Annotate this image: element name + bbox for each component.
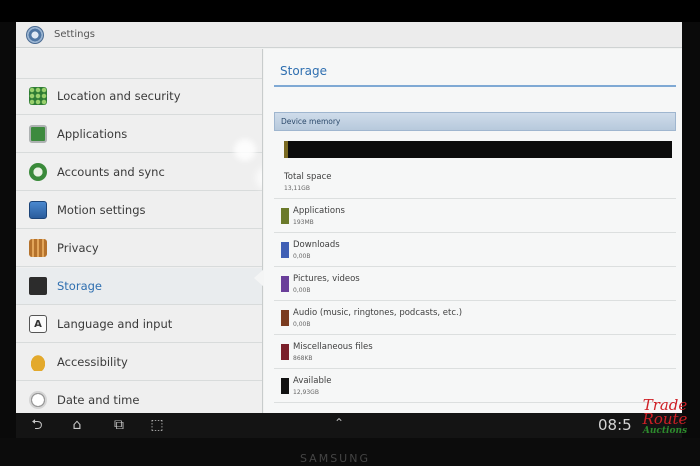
color-swatch — [281, 276, 289, 292]
row-name: Applications — [293, 206, 345, 216]
row-downloads[interactable]: Downloads 0,00B — [274, 233, 676, 267]
row-name: Pictures, videos — [293, 274, 360, 284]
row-pictures-videos[interactable]: Pictures, videos 0,00B — [274, 267, 676, 301]
settings-gear-icon[interactable] — [26, 25, 44, 44]
recent-apps-icon[interactable]: ⧉ — [108, 417, 130, 433]
row-name: Audio (music, ringtones, podcasts, etc.) — [293, 308, 463, 318]
row-name: Downloads — [293, 240, 340, 250]
screenshot-icon[interactable]: ⬚ — [146, 417, 168, 433]
device-brand-logo: SAMSUNG — [300, 452, 370, 465]
color-swatch — [281, 378, 289, 394]
home-icon[interactable]: ⌂ — [66, 417, 88, 433]
watermark-line: Route — [642, 410, 688, 429]
storage-pane: Storage Device memory Total space 13,11G… — [264, 49, 682, 413]
row-miscellaneous-files[interactable]: Miscellaneous files 868KB — [274, 335, 676, 369]
system-navigation-bar: ⮌ ⌂ ⧉ ⬚ ⌃ 08:5 — [16, 413, 682, 438]
menu-item-language-and-input[interactable]: A Language and input — [16, 306, 262, 343]
row-name: Miscellaneous files — [293, 342, 373, 352]
menu-item-label: Applications — [57, 127, 128, 141]
keyboard-a-icon: A — [29, 315, 47, 333]
menu-item-storage[interactable]: Storage — [16, 268, 262, 305]
selection-pointer — [254, 269, 264, 287]
row-value: 868KB — [293, 355, 313, 362]
privacy-fence-icon — [29, 239, 47, 257]
watermark-logo: Trade Route Auctions — [636, 397, 694, 458]
settings-menu: Location and security Applications Accou… — [16, 49, 263, 413]
menu-item-accessibility[interactable]: Accessibility — [16, 344, 262, 381]
menu-item-date-and-time[interactable]: Date and time — [16, 382, 262, 413]
color-swatch — [281, 208, 289, 224]
screen-glare — [234, 139, 256, 161]
app-title: Settings — [54, 29, 96, 40]
section-header-device-memory: Device memory — [274, 112, 676, 131]
motion-icon — [29, 201, 47, 219]
row-total-space: Total space 13,11GB — [274, 165, 676, 199]
row-value: 193MB — [293, 219, 314, 226]
row-applications[interactable]: Applications 193MB — [274, 199, 676, 233]
storage-usage-bar — [284, 141, 672, 158]
menu-item-label: Motion settings — [57, 203, 146, 217]
menu-item-label: Accounts and sync — [57, 165, 165, 179]
row-name: Available — [293, 376, 332, 386]
menu-item-accounts-and-sync[interactable]: Accounts and sync — [16, 154, 262, 191]
color-swatch — [281, 242, 289, 258]
tablet-screen: Settings Location and security Applicati… — [16, 22, 682, 438]
status-clock: 08:5 — [598, 416, 632, 434]
row-value: 0,00B — [293, 287, 311, 294]
section-header-label: Device memory — [281, 117, 341, 126]
title-bar: Settings — [16, 22, 682, 48]
menu-item-motion-settings[interactable]: Motion settings — [16, 192, 262, 229]
menu-item-label: Privacy — [57, 241, 99, 255]
menu-item-location-and-security[interactable]: Location and security — [16, 78, 262, 115]
row-audio[interactable]: Audio (music, ringtones, podcasts, etc.)… — [274, 301, 676, 335]
menu-item-label: Date and time — [57, 393, 140, 407]
row-value: 13,11GB — [284, 185, 310, 192]
chevron-up-icon[interactable]: ⌃ — [334, 416, 344, 430]
sd-card-icon — [29, 277, 47, 295]
menu-item-label: Storage — [57, 279, 102, 293]
title-divider — [274, 85, 676, 87]
menu-item-privacy[interactable]: Privacy — [16, 230, 262, 267]
row-value: 0,00B — [293, 321, 311, 328]
sync-icon — [29, 163, 47, 181]
menu-item-label: Accessibility — [57, 355, 128, 369]
menu-item-label: Language and input — [57, 317, 173, 331]
location-grid-icon — [29, 87, 47, 105]
menu-item-wireless-partial[interactable] — [16, 49, 262, 79]
watermark-line: Auctions — [642, 425, 688, 436]
back-icon[interactable]: ⮌ — [26, 417, 48, 433]
menu-item-label: Location and security — [57, 89, 181, 103]
color-swatch — [281, 310, 289, 326]
row-value: 0,00B — [293, 253, 311, 260]
menu-item-applications[interactable]: Applications — [16, 116, 262, 153]
row-value: 12,93GB — [293, 389, 319, 396]
row-name: Total space — [284, 172, 332, 182]
pane-title: Storage — [280, 64, 327, 78]
clock-icon — [29, 391, 47, 409]
row-available: Available 12,93GB — [274, 369, 676, 403]
color-swatch — [281, 344, 289, 360]
hand-icon — [29, 353, 47, 371]
applications-icon — [29, 125, 47, 143]
device-bezel-top — [0, 0, 700, 22]
